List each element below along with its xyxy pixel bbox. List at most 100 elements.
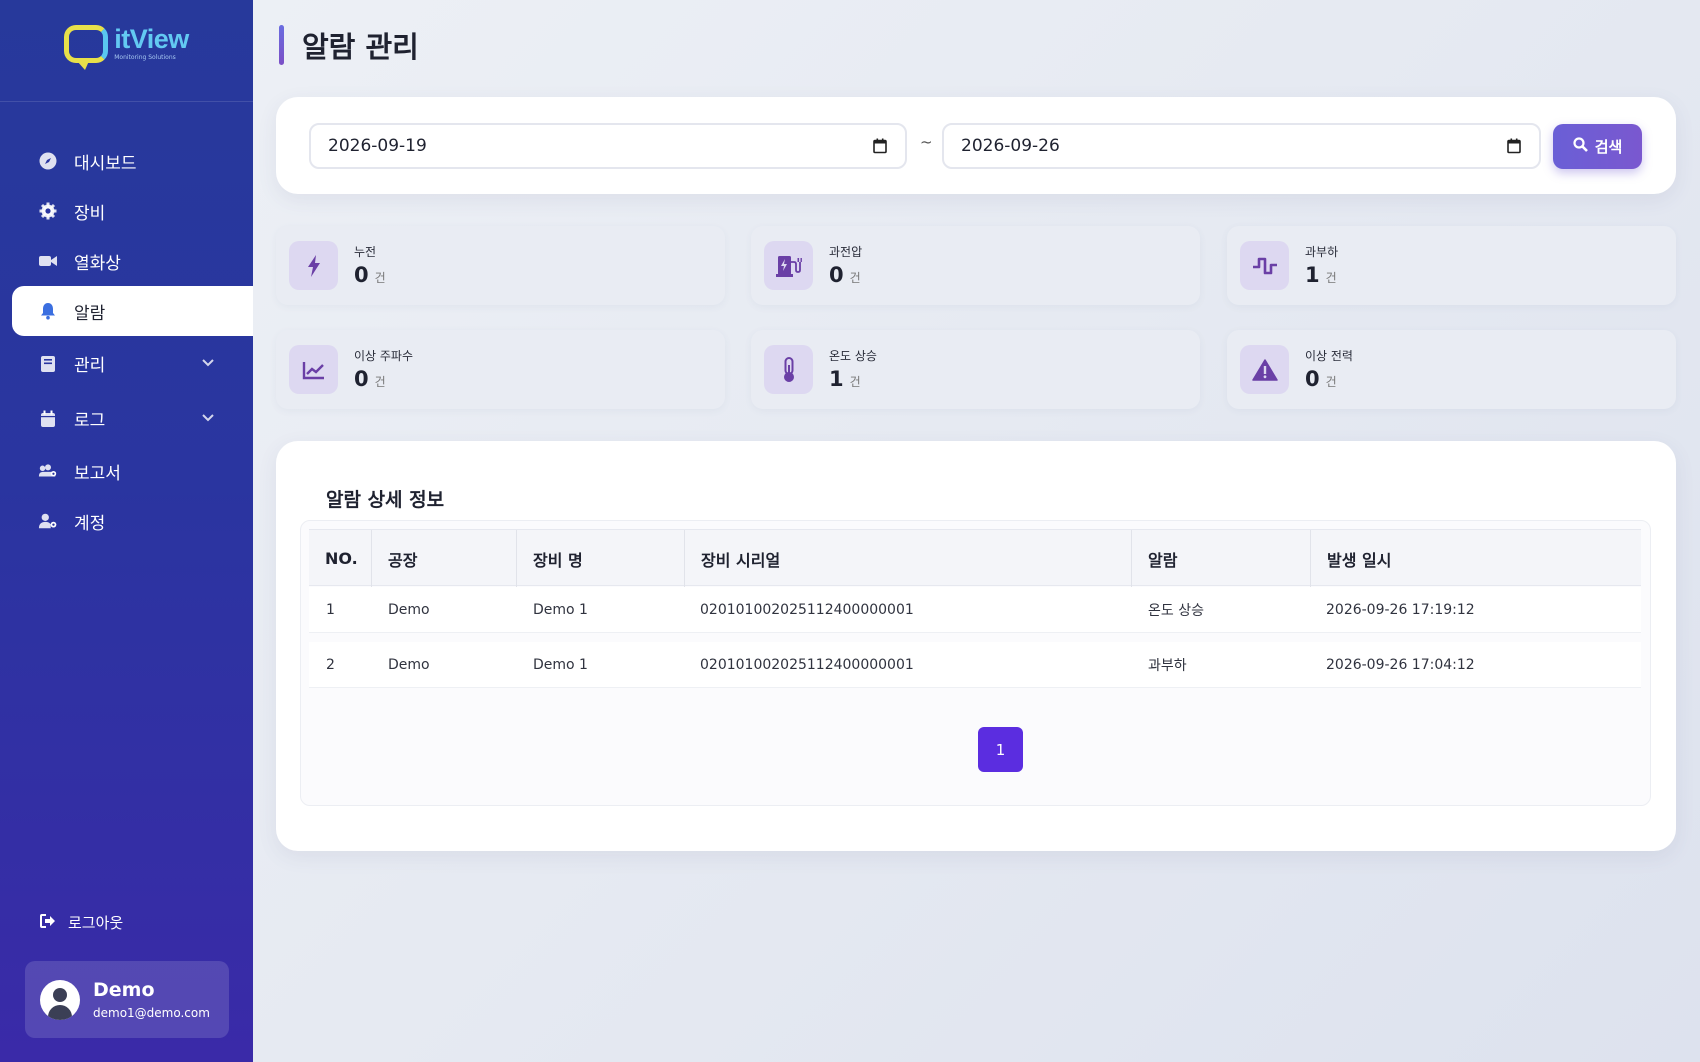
- sidebar-nav: 대시보드 장비 열화상 알람 관리 로그 보고서 계정: [12, 136, 253, 546]
- alarm-table: NO. 공장 장비 명 장비 시리얼 알람 발생 일시 1 Demo Demo …: [300, 520, 1651, 806]
- logout-label: 로그아웃: [68, 914, 124, 932]
- stat-unit: 건: [374, 271, 386, 285]
- search-button-label: 검색: [1594, 138, 1623, 156]
- wave-square-icon: [1240, 241, 1289, 290]
- stat-card-temperature-rise: 온도 상승 1건: [751, 330, 1200, 409]
- warning-icon: [1240, 345, 1289, 394]
- brand-logo[interactable]: itView Monitoring Solutions: [64, 24, 189, 70]
- cell-factory: Demo: [388, 602, 430, 618]
- date-range-separator: ~: [920, 133, 933, 151]
- column-header-no[interactable]: NO.: [309, 530, 372, 587]
- bell-icon: [38, 301, 58, 321]
- sidebar-item-dashboard[interactable]: 대시보드: [12, 136, 253, 186]
- logout-button[interactable]: 로그아웃: [40, 912, 123, 933]
- start-date-value: 2026-09-19: [328, 136, 427, 156]
- stat-value: 0건: [1305, 367, 1337, 391]
- search-icon: [1573, 137, 1588, 156]
- sidebar-item-label: 계정: [74, 513, 106, 534]
- stat-number: 1: [1305, 263, 1320, 287]
- column-header-device-name[interactable]: 장비 명: [517, 530, 685, 587]
- cell-no: 1: [326, 602, 335, 618]
- lightning-icon: [289, 241, 338, 290]
- stat-unit: 건: [849, 271, 861, 285]
- thermometer-icon: [764, 345, 813, 394]
- cell-device-name: Demo 1: [533, 657, 588, 673]
- chevron-down-icon[interactable]: [201, 408, 215, 428]
- stat-label: 누전: [354, 245, 377, 259]
- sidebar-item-label: 알람: [74, 303, 106, 324]
- chart-line-icon: [289, 345, 338, 394]
- end-date-input[interactable]: 2026-09-26: [942, 123, 1541, 169]
- sidebar-item-account[interactable]: 계정: [12, 496, 253, 546]
- user-name: Demo: [93, 979, 155, 1001]
- user-cog-icon: [38, 511, 58, 531]
- table-header: NO. 공장 장비 명 장비 시리얼 알람 발생 일시: [309, 529, 1641, 587]
- cell-device-serial: 020101002025112400000001: [700, 657, 914, 673]
- table-row[interactable]: 1 Demo Demo 1 020101002025112400000001 온…: [309, 587, 1641, 633]
- charging-station-icon: [764, 241, 813, 290]
- sidebar-item-label: 보고서: [74, 463, 121, 484]
- end-date-value: 2026-09-26: [961, 136, 1060, 156]
- cell-device-name: Demo 1: [533, 602, 588, 618]
- user-email: demo1@demo.com: [93, 1006, 210, 1020]
- cell-factory: Demo: [388, 657, 430, 673]
- users-cog-icon: [38, 461, 58, 481]
- stat-unit: 건: [374, 375, 386, 389]
- pagination-page-button[interactable]: 1: [978, 727, 1023, 772]
- stat-number: 1: [829, 367, 844, 391]
- column-header-device-serial[interactable]: 장비 시리얼: [685, 530, 1132, 587]
- cell-alarm: 과부하: [1148, 658, 1187, 674]
- stat-value: 0건: [354, 263, 386, 287]
- stat-value: 1건: [829, 367, 861, 391]
- logo-mark-icon: [64, 24, 109, 70]
- sidebar-item-label: 열화상: [74, 253, 121, 274]
- calendar-icon: [38, 409, 58, 429]
- avatar: [40, 979, 80, 1020]
- sidebar-item-label: 대시보드: [74, 153, 137, 174]
- table-row[interactable]: 2 Demo Demo 1 020101002025112400000001 과…: [309, 642, 1641, 688]
- cell-device-serial: 020101002025112400000001: [700, 602, 914, 618]
- page-title-text: 알람 관리: [302, 30, 419, 64]
- stat-label: 과부하: [1305, 245, 1339, 259]
- calendar-picker-icon[interactable]: [873, 138, 887, 159]
- calendar-picker-icon[interactable]: [1507, 138, 1521, 159]
- sidebar-item-label: 관리: [74, 356, 106, 376]
- stat-number: 0: [829, 263, 844, 287]
- stat-card-abnormal-frequency: 이상 주파수 0건: [276, 330, 725, 409]
- sidebar-item-equipment[interactable]: 장비: [12, 186, 253, 236]
- stat-number: 0: [354, 263, 369, 287]
- stat-unit: 건: [1325, 271, 1337, 285]
- page-title: 알람 관리: [279, 24, 419, 66]
- search-button[interactable]: 검색: [1553, 124, 1642, 169]
- cell-occurred-at: 2026-09-26 17:19:12: [1326, 602, 1475, 618]
- brand-name: itView: [114, 24, 189, 54]
- sidebar-item-log[interactable]: 로그: [12, 391, 253, 446]
- start-date-input[interactable]: 2026-09-19: [309, 123, 907, 169]
- stat-number: 0: [1305, 367, 1320, 391]
- gear-icon: [38, 201, 58, 221]
- sidebar-item-management[interactable]: 관리: [12, 336, 253, 391]
- stat-value: 1건: [1305, 263, 1337, 287]
- stat-value: 0건: [829, 263, 861, 287]
- stat-label: 과전압: [829, 245, 863, 259]
- sidebar-item-thermal[interactable]: 열화상: [12, 236, 253, 286]
- stat-value: 0건: [354, 367, 386, 391]
- alarm-detail-panel: 알람 상세 정보 NO. 공장 장비 명 장비 시리얼 알람 발생 일시 1 D…: [276, 441, 1676, 851]
- sidebar-item-alarm[interactable]: 알람: [12, 286, 253, 336]
- logout-icon: [40, 913, 56, 932]
- stat-label: 이상 전력: [1305, 349, 1353, 363]
- column-header-factory[interactable]: 공장: [372, 530, 517, 587]
- sidebar-item-reports[interactable]: 보고서: [12, 446, 253, 496]
- stat-card-leakage: 누전 0건: [276, 226, 725, 305]
- video-camera-icon: [38, 251, 58, 271]
- sidebar: itView Monitoring Solutions 대시보드 장비 열화상: [0, 0, 253, 1062]
- stat-number: 0: [354, 367, 369, 391]
- book-icon: [38, 354, 58, 374]
- user-profile-card[interactable]: Demo demo1@demo.com: [25, 961, 229, 1038]
- sidebar-item-label: 장비: [74, 203, 106, 224]
- chevron-down-icon[interactable]: [201, 353, 215, 373]
- stat-label: 온도 상승: [829, 349, 877, 363]
- column-header-alarm[interactable]: 알람: [1132, 530, 1311, 587]
- alarm-detail-title: 알람 상세 정보: [326, 489, 445, 511]
- column-header-occurred-at[interactable]: 발생 일시: [1311, 530, 1641, 587]
